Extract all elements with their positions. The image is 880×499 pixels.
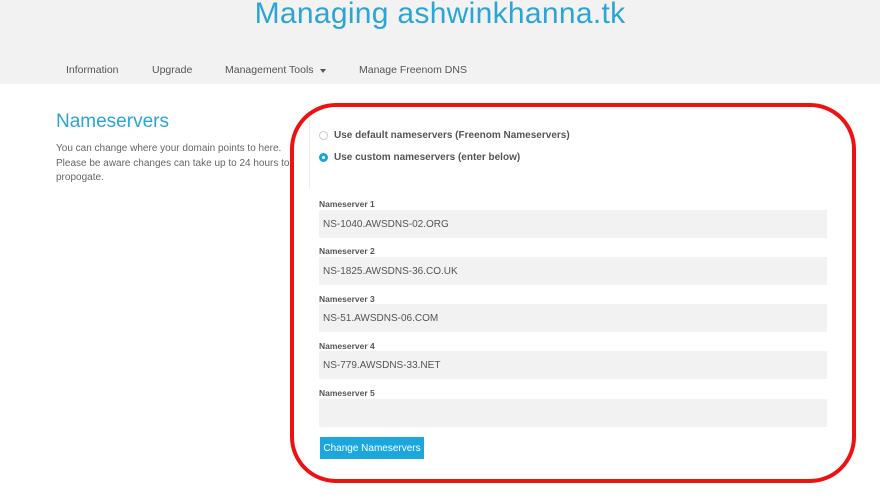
nav-item-information[interactable]: Information (66, 64, 119, 76)
default-nameservers-radio[interactable] (319, 131, 328, 140)
nameserver-1-label: Nameserver 1 (319, 199, 375, 209)
page-title: Managing ashwinkhanna.tk (254, 0, 626, 30)
change-nameservers-button[interactable]: Change Nameservers (320, 437, 424, 459)
nav-item-manage-freenom-dns[interactable]: Manage Freenom DNS (359, 64, 467, 76)
nameserver-4-input[interactable] (319, 351, 827, 379)
section-heading: Nameservers (56, 111, 169, 132)
caret-down-icon[interactable] (320, 69, 326, 73)
divider (309, 120, 310, 188)
nameserver-2-label: Nameserver 2 (319, 246, 375, 256)
nameserver-2-input[interactable] (319, 257, 827, 285)
nameserver-3-input[interactable] (319, 304, 827, 332)
nameserver-4-label: Nameserver 4 (319, 341, 375, 351)
nameserver-5-input[interactable] (319, 399, 827, 427)
default-nameservers-label: Use default nameservers (Freenom Nameser… (334, 130, 570, 141)
nameserver-5-label: Nameserver 5 (319, 388, 375, 398)
custom-nameservers-radio[interactable] (319, 153, 328, 162)
nameserver-3-label: Nameserver 3 (319, 294, 375, 304)
custom-nameservers-label: Use custom nameservers (enter below) (334, 152, 521, 163)
nav-item-management-tools[interactable]: Management Tools (225, 64, 314, 76)
nav-item-upgrade[interactable]: Upgrade (152, 64, 192, 76)
nameserver-1-input[interactable] (319, 210, 827, 238)
section-description: You can change where your domain points … (56, 143, 290, 183)
